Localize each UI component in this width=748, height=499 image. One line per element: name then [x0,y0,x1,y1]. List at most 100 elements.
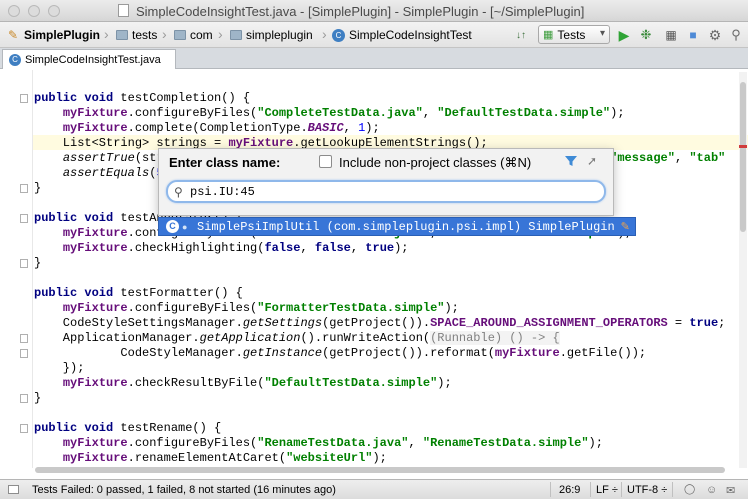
code-token: }); [34,361,85,375]
code-token: "FormatterTestData.simple" [257,301,445,315]
caret-position[interactable]: 26:9 [559,484,580,496]
fold-marker-icon[interactable] [20,94,28,103]
fold-marker-icon[interactable] [20,424,28,433]
code-token: public void [34,421,121,435]
breadcrumb-class[interactable]: C SimpleCodeInsightTest [332,27,472,43]
close-window-button[interactable] [8,5,20,17]
include-non-project-checkbox[interactable] [319,155,332,168]
breadcrumb-tests[interactable]: tests [116,27,157,43]
code-token: "websiteUrl" [286,451,373,465]
code-token: = [667,316,690,330]
code-token: public void [34,211,121,225]
code-line[interactable]: public void testCompletion() { [34,91,725,106]
class-search-input[interactable] [190,184,590,200]
code-line[interactable]: myFixture.configureByFiles("CompleteTest… [34,106,725,121]
status-divider [590,482,591,497]
settings-icon[interactable]: ⚙ [706,25,724,45]
code-line[interactable]: public void testRename() { [34,421,725,436]
code-token: testRename() { [120,421,222,435]
code-line[interactable]: } [34,391,725,406]
class-search-box[interactable]: ⚲ [166,180,606,203]
vertical-scrollbar[interactable] [739,72,747,468]
encoding-selector[interactable]: UTF-8 ÷ [627,484,667,496]
code-line[interactable]: ApplicationManager.getApplication().runW… [34,331,725,346]
code-editor[interactable]: public void testCompletion() { myFixture… [0,70,748,468]
code-line[interactable] [34,271,725,286]
inspector-icon[interactable]: ☺ [706,484,717,496]
code-token: false [314,241,351,255]
code-line[interactable]: myFixture.checkResultByFile("DefaultTest… [34,376,725,391]
fold-marker-icon[interactable] [20,259,28,268]
class-result-item[interactable]: C ● SimplePsiImplUtil (com.simpleplugin.… [158,217,636,236]
pin-icon[interactable]: ➚ [587,154,601,168]
search-everywhere-icon[interactable]: ⚲ [728,25,744,45]
run-icon[interactable]: ▶ [616,25,632,45]
horizontal-scrollbar-thumb[interactable] [35,467,725,473]
include-non-project-label[interactable]: Include non-project classes (⌘N) [339,155,531,171]
breadcrumb-simpleplugin[interactable]: simpleplugin [230,27,313,43]
code-token: myFixture [62,121,128,135]
stop-icon[interactable]: ■ [684,25,702,45]
code-token: .getFile()); [559,346,647,360]
code-token: myFixture [62,226,128,240]
breadcrumb-com[interactable]: com [174,27,213,43]
code-token: , [350,241,366,255]
fold-marker-icon[interactable] [20,184,28,193]
class-icon: C [332,28,345,42]
filter-icon[interactable] [564,154,578,168]
code-token: myFixture [62,106,128,120]
sort-icon[interactable]: ↓↑ [512,25,530,45]
code-line[interactable]: myFixture.configureByFiles("FormatterTes… [34,301,725,316]
breadcrumb-separator-icon: › [218,26,223,42]
folder-icon [230,30,242,40]
code-token: myFixture [494,346,560,360]
code-line[interactable]: myFixture.configureByFiles("RenameTestDa… [34,436,725,451]
line-separator-selector[interactable]: LF ÷ [596,484,618,496]
fold-marker-icon[interactable] [20,334,28,343]
folder-icon [174,30,186,40]
breadcrumb-project[interactable]: ✎ SimplePlugin [8,27,100,43]
fold-marker-icon[interactable] [20,349,28,358]
code-line[interactable]: myFixture.renameElementAtCaret("websiteU… [34,451,725,466]
code-token: ); [610,106,625,120]
editor-gutter [0,70,32,468]
code-line[interactable]: } [34,256,725,271]
code-token: .renameElementAtCaret( [127,451,287,465]
document-icon [118,4,129,17]
horizontal-scrollbar[interactable] [33,467,733,474]
code-line[interactable] [34,406,725,421]
status-message[interactable]: Tests Failed: 0 passed, 1 failed, 8 not … [32,484,336,496]
code-token: (Runnable) () -> { [430,331,560,345]
tool-windows-icon[interactable] [8,485,19,494]
code-line[interactable]: CodeStyleSettingsManager.getSettings(get… [34,316,726,331]
code-token: SPACE_AROUND_ASSIGNMENT_OPERATORS [430,316,668,330]
lock-icon[interactable]: ◯ [684,484,695,495]
minimize-window-button[interactable] [28,5,40,17]
code-line[interactable]: CodeStyleManager.getInstance(getProject(… [34,346,725,361]
fold-marker-icon[interactable] [20,214,28,223]
title-bar: SimpleCodeInsightTest.java - [SimplePlug… [0,0,748,22]
vertical-scrollbar-thumb[interactable] [740,82,746,232]
code-line[interactable]: myFixture.checkHighlighting(false, false… [34,241,725,256]
editor-tab-bar: C SimpleCodeInsightTest.java [0,48,748,69]
event-log-icon[interactable]: ✉ [726,484,735,497]
error-stripe-marker[interactable] [739,145,747,148]
code-token: ); [588,436,603,450]
code-line[interactable]: }); [34,361,725,376]
run-configuration-label: Tests [557,27,586,42]
class-icon: C [166,220,179,233]
zoom-window-button[interactable] [48,5,60,17]
code-token: ); [437,376,452,390]
run-configuration-dropdown[interactable]: ▦ Tests ▾ [538,25,610,44]
debug-icon[interactable]: ❉ [638,25,654,45]
code-line[interactable]: public void testFormatter() { [34,286,725,301]
code-token: CodeStyleSettingsManager. [34,316,243,330]
code-line[interactable]: myFixture.complete(CompletionType.BASIC,… [34,121,725,136]
status-divider [672,482,673,497]
code-token: (getProject()). [322,316,431,330]
tab-simple-code-insight-test[interactable]: C SimpleCodeInsightTest.java [2,49,176,69]
coverage-icon[interactable]: ▦ [662,25,680,45]
fold-marker-icon[interactable] [20,394,28,403]
